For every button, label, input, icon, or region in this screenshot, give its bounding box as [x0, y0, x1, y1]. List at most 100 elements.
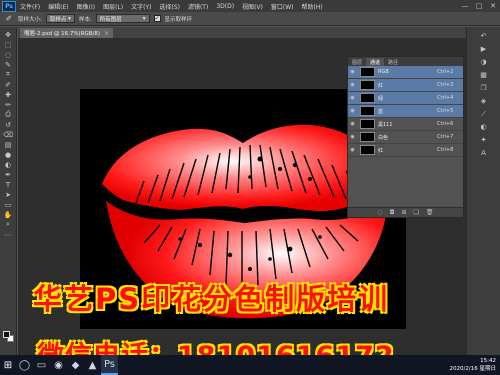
menu-help[interactable]: 帮助(H) — [298, 2, 327, 11]
character-icon[interactable]: A — [478, 148, 489, 158]
start-button[interactable]: ⊞ — [0, 355, 16, 375]
menu-window[interactable]: 窗口(W) — [267, 2, 298, 11]
color-icon[interactable]: ◑ — [478, 57, 489, 67]
sample-value: 所有图层 — [99, 16, 122, 23]
document-tab-title: 嘴唇-2.psd @ 16.7%(RGB/8) — [24, 31, 101, 37]
document-tab[interactable]: 嘴唇-2.psd @ 16.7%(RGB/8) × — [20, 28, 114, 38]
taskbar-browser-icon[interactable]: ◉ — [50, 355, 67, 375]
windows-taskbar: ⊞ ◯ ▭ ◉ ◆ ▲ Ps 15:42 2020/2/16 星期日 — [0, 355, 500, 375]
channel-name: 白色 — [378, 134, 389, 141]
menu-type[interactable]: 文字(Y) — [127, 2, 155, 11]
visibility-eye-icon[interactable]: ◉ — [348, 69, 357, 75]
paths-icon[interactable]: ⟋ — [478, 109, 489, 119]
sample-size-select[interactable]: 取样点 ▾ — [45, 14, 75, 23]
quick-select-tool-icon[interactable]: ✎ — [2, 60, 15, 69]
pen-tool-icon[interactable]: ✒ — [2, 170, 15, 179]
maximize-button[interactable]: □ — [472, 0, 486, 12]
brush-tool-icon[interactable]: ✏ — [2, 100, 15, 109]
channel-shortcut: Ctrl+2 — [437, 69, 454, 75]
gradient-tool-icon[interactable]: ▤ — [2, 140, 15, 149]
new-channel-icon[interactable]: ❏ — [414, 209, 419, 216]
menu-file[interactable]: 文件(F) — [16, 2, 44, 11]
tab-paths[interactable]: 路径 — [384, 58, 402, 66]
clock-date: 2020/2/16 星期日 — [449, 366, 496, 372]
channel-row[interactable]: ◉ 绿 Ctrl+4 — [348, 92, 463, 105]
channels-icon[interactable]: ◈ — [478, 96, 489, 106]
styles-icon[interactable]: ✦ — [478, 135, 489, 145]
channel-row[interactable]: ◉ 蓝 Ctrl+5 — [348, 105, 463, 118]
shape-tool-icon[interactable]: ▭ — [2, 200, 15, 209]
channel-row[interactable]: ◉ 白色 Ctrl+7 — [348, 131, 463, 144]
channel-thumbnail — [360, 119, 375, 129]
channel-shortcut: Ctrl+8 — [437, 147, 454, 153]
dodge-tool-icon[interactable]: ◐ — [2, 160, 15, 169]
marquee-tool-icon[interactable]: ⬚ — [2, 40, 15, 49]
eraser-tool-icon[interactable]: ⌫ — [2, 130, 15, 139]
taskbar-app2-icon[interactable]: ▲ — [84, 355, 101, 375]
delete-channel-icon[interactable]: 🗑 — [426, 209, 434, 216]
clone-stamp-tool-icon[interactable]: ⎙ — [2, 110, 15, 119]
panel-tabs: 图层 通道 路径 — [348, 57, 463, 66]
menu-layer[interactable]: 图层(L) — [99, 2, 127, 11]
layers-icon[interactable]: ❐ — [478, 83, 489, 93]
history-brush-tool-icon[interactable]: ↺ — [2, 120, 15, 129]
channel-row[interactable]: ◉ RGB Ctrl+2 — [348, 66, 463, 79]
clock-time: 15:42 — [480, 358, 496, 364]
close-button[interactable]: ✕ — [486, 0, 500, 12]
save-selection-icon[interactable]: ◘ — [390, 209, 395, 216]
menu-edit[interactable]: 编辑(E) — [44, 2, 72, 11]
visibility-eye-icon[interactable]: ◉ — [348, 82, 357, 88]
visibility-eye-icon[interactable]: ◉ — [348, 121, 357, 127]
new-spot-icon[interactable]: ⊞ — [401, 209, 406, 216]
taskbar-photoshop-icon[interactable]: Ps — [101, 355, 118, 375]
menu-filter[interactable]: 滤镜(T) — [184, 2, 212, 11]
window-controls: — □ ✕ — [458, 0, 500, 12]
channel-shortcut: Ctrl+7 — [437, 134, 454, 140]
channel-thumbnail — [360, 145, 375, 155]
healing-tool-icon[interactable]: ✚ — [2, 90, 15, 99]
visibility-eye-icon[interactable]: ◉ — [348, 95, 357, 101]
menu-image[interactable]: 图像(I) — [73, 2, 99, 11]
channel-row[interactable]: ◉ 红 Ctrl+8 — [348, 144, 463, 157]
hand-tool-icon[interactable]: ✋ — [2, 210, 15, 219]
minimize-button[interactable]: — — [458, 0, 472, 12]
foreground-color-swatch[interactable] — [3, 331, 10, 338]
crop-tool-icon[interactable]: ⌗ — [2, 70, 15, 79]
tab-channels[interactable]: 通道 — [366, 58, 385, 66]
visibility-eye-icon[interactable]: ◉ — [348, 108, 357, 114]
swatches-icon[interactable]: ▦ — [478, 70, 489, 80]
move-tool-icon[interactable]: ✥ — [2, 30, 15, 39]
visibility-eye-icon[interactable]: ◉ — [348, 134, 357, 140]
adjust-icon[interactable]: ◐ — [478, 122, 489, 132]
actions-icon[interactable]: ▶ — [478, 44, 489, 54]
taskbar-app-icon[interactable]: ◆ — [67, 355, 84, 375]
menu-3d[interactable]: 3D(D) — [212, 3, 238, 10]
channel-row[interactable]: ◉ 红 Ctrl+3 — [348, 79, 463, 92]
history-icon[interactable]: ↶ — [478, 31, 489, 41]
menu-select[interactable]: 选择(S) — [155, 2, 184, 11]
type-tool-icon[interactable]: T — [2, 180, 15, 189]
menu-view[interactable]: 视图(V) — [238, 2, 267, 11]
document-tab-bar: 嘴唇-2.psd @ 16.7%(RGB/8) × — [18, 27, 466, 38]
taskbar-search-icon[interactable]: ◯ — [16, 355, 33, 375]
tab-layers[interactable]: 图层 — [348, 58, 366, 66]
channel-name: RGB — [378, 69, 389, 75]
system-clock[interactable]: 15:42 2020/2/16 星期日 — [450, 357, 496, 373]
visibility-eye-icon[interactable]: ◉ — [348, 147, 357, 153]
close-tab-icon[interactable]: × — [104, 30, 109, 37]
zoom-tool-icon[interactable]: ⌕ — [2, 220, 15, 229]
channel-row[interactable]: ◉ 黑111 Ctrl+6 — [348, 118, 463, 131]
more-tools-icon[interactable]: ⋯ — [2, 230, 15, 239]
path-select-tool-icon[interactable]: ➤ — [2, 190, 15, 199]
right-dock: ↶ ▶ ◑ ▦ ❐ ◈ ⟋ ◐ ✦ A — [466, 27, 500, 355]
eyedropper-icon[interactable]: ✐ — [4, 14, 14, 24]
eyedropper-tool-icon[interactable]: ✐ — [2, 80, 15, 89]
load-selection-icon[interactable]: ◌ — [377, 209, 382, 216]
blur-tool-icon[interactable]: ● — [2, 150, 15, 159]
show-ring-checkbox[interactable]: ✓ — [153, 15, 161, 22]
channel-shortcut: Ctrl+3 — [437, 82, 454, 88]
taskbar-taskview-icon[interactable]: ▭ — [33, 355, 50, 375]
lasso-tool-icon[interactable]: ◌ — [2, 50, 15, 59]
show-ring-label: 显示取样环 — [164, 16, 193, 23]
sample-select[interactable]: 所有图层 ▾ — [95, 14, 150, 23]
